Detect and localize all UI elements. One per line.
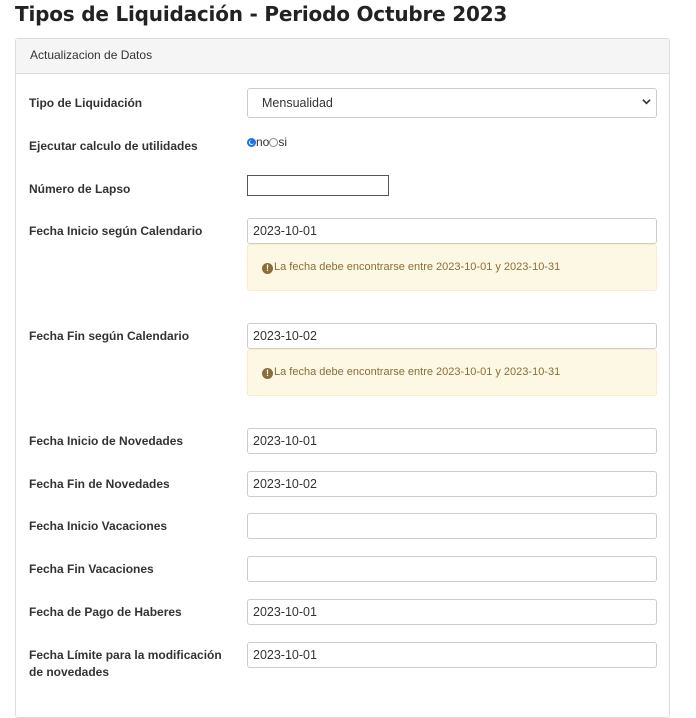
exclamation-circle-icon: ! — [262, 263, 273, 274]
fecha-inicio-vacaciones-label: Fecha Inicio Vacaciones — [29, 519, 168, 533]
fecha-limite-modificacion-label: Fecha Límite para la modificación de nov… — [29, 648, 222, 679]
fecha-inicio-novedades-label: Fecha Inicio de Novedades — [29, 434, 184, 448]
tipo-liquidacion-value: Mensualidad — [262, 96, 333, 110]
radio-no[interactable] — [247, 137, 256, 147]
radio-no-label: no — [256, 135, 270, 149]
fecha-inicio-calendario-warning: ! La fecha debe encontrarse entre 2023-10… — [247, 244, 657, 291]
tipo-liquidacion-label: Tipo de Liquidación — [29, 96, 143, 110]
fecha-inicio-vacaciones-input[interactable] — [247, 513, 657, 539]
fecha-fin-novedades-input[interactable]: 2023-10-02 — [247, 471, 657, 497]
fecha-fin-calendario-warning: ! La fecha debe encontrarse entre 2023-10… — [247, 349, 657, 396]
radio-si-label: si — [278, 135, 288, 149]
tipo-liquidacion-select[interactable]: Mensualidad — [247, 88, 657, 118]
fecha-fin-calendario-label: Fecha Fin según Calendario — [29, 329, 190, 343]
fecha-fin-vacaciones-input[interactable] — [247, 556, 657, 582]
fecha-fin-vacaciones-label: Fecha Fin Vacaciones — [29, 562, 154, 576]
panel-heading: Actualizacion de Datos — [16, 39, 669, 74]
numero-lapso-input[interactable] — [247, 175, 389, 196]
chevron-down-icon — [642, 99, 651, 105]
fecha-fin-novedades-label: Fecha Fin de Novedades — [29, 477, 170, 491]
numero-lapso-label: Número de Lapso — [29, 182, 131, 196]
fecha-inicio-novedades-input[interactable]: 2023-10-01 — [247, 428, 657, 454]
exclamation-circle-icon: ! — [262, 368, 273, 379]
warning-text: La fecha debe encontrarse entre 2023-10-… — [274, 261, 561, 273]
page-title: Tipos de Liquidación - Periodo Octubre 2… — [15, 2, 508, 26]
fecha-pago-haberes-input[interactable]: 2023-10-01 — [247, 599, 657, 625]
fecha-limite-modificacion-input[interactable]: 2023-10-01 — [247, 642, 657, 668]
ejecutar-utilidades-label: Ejecutar calculo de utilidades — [29, 139, 198, 153]
fecha-inicio-calendario-label: Fecha Inicio según Calendario — [29, 224, 203, 238]
utilidades-radio-group: no si — [247, 135, 287, 149]
radio-si[interactable] — [269, 137, 279, 147]
fecha-pago-haberes-label: Fecha de Pago de Haberes — [29, 605, 182, 619]
fecha-fin-calendario-input[interactable]: 2023-10-02 — [247, 323, 657, 349]
fecha-inicio-calendario-input[interactable]: 2023-10-01 — [247, 218, 657, 244]
warning-text: La fecha debe encontrarse entre 2023-10-… — [274, 366, 561, 378]
